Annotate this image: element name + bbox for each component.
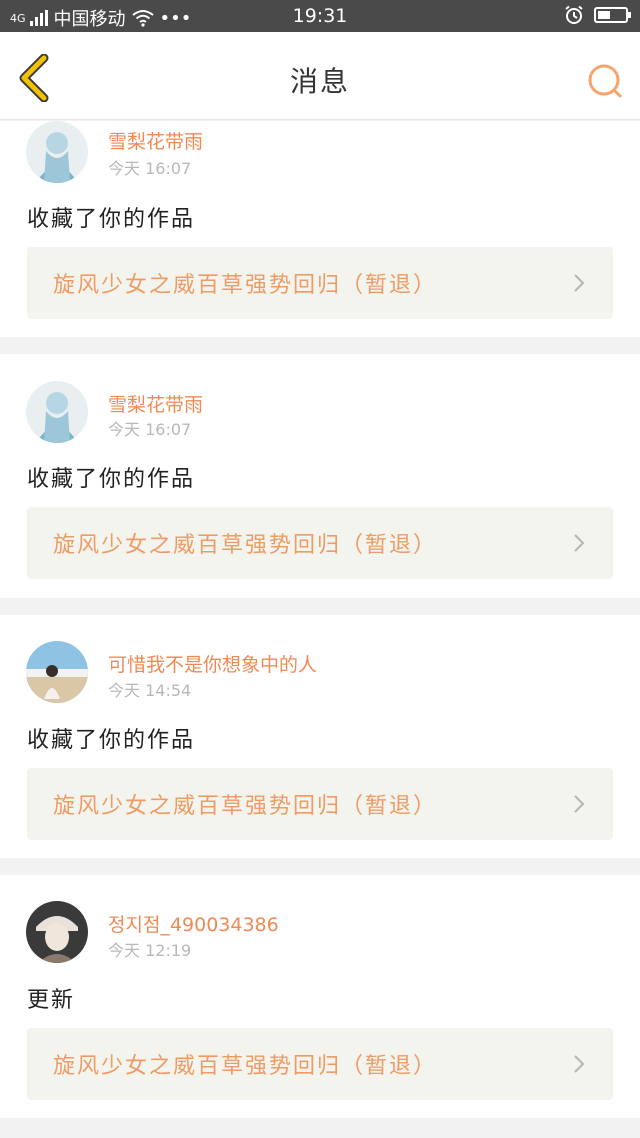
action-text: 收藏了你的作品 xyxy=(27,467,196,492)
header: 消息 xyxy=(0,32,640,120)
message-time: 今天 16:07 xyxy=(108,420,192,439)
message-card: 雪梨花带雨 今天 16:07 收藏了你的作品 旋风少女之威百草强势回归（暂退） xyxy=(0,121,640,337)
message-time: 今天 12:19 xyxy=(108,941,192,960)
message-time: 今天 14:54 xyxy=(108,681,192,700)
user-avatar[interactable] xyxy=(26,641,88,703)
work-link[interactable]: 旋风少女之威百草强势回归（暂退） xyxy=(27,247,613,319)
user-name[interactable]: 정지점_490034386 xyxy=(108,910,279,937)
status-bar: 4G 中国移动 ••• 19:31 xyxy=(0,0,640,32)
work-title: 旋风少女之威百草强势回归（暂退） xyxy=(53,1054,438,1079)
message-card: 雪梨花带雨 今天 16:07 收藏了你的作品 旋风少女之威百草强势回归（暂退） xyxy=(0,354,640,598)
chevron-right-icon xyxy=(574,274,585,292)
user-name[interactable]: 雪梨花带雨 xyxy=(108,127,203,154)
action-text: 收藏了你的作品 xyxy=(27,728,196,753)
chevron-right-icon xyxy=(574,1055,585,1073)
action-text: 收藏了你的作品 xyxy=(27,207,196,232)
work-link[interactable]: 旋风少女之威百草强势回归（暂退） xyxy=(27,768,613,840)
work-link[interactable]: 旋风少女之威百草强势回归（暂退） xyxy=(27,507,613,579)
message-list[interactable]: 雪梨花带雨 今天 16:07 收藏了你的作品 旋风少女之威百草强势回归（暂退） … xyxy=(0,121,640,1138)
user-name[interactable]: 雪梨花带雨 xyxy=(108,390,203,417)
work-title: 旋风少女之威百草强势回归（暂退） xyxy=(53,273,438,298)
message-time: 今天 16:07 xyxy=(108,159,192,178)
work-title: 旋风少女之威百草强势回归（暂退） xyxy=(53,794,438,819)
message-card: 정지점_490034386 今天 12:19 更新 旋风少女之威百草强势回归（暂… xyxy=(0,875,640,1118)
status-right xyxy=(564,5,631,25)
user-avatar[interactable] xyxy=(26,121,88,183)
search-icon[interactable] xyxy=(586,62,624,100)
action-text: 更新 xyxy=(27,988,76,1013)
user-avatar[interactable] xyxy=(26,901,88,963)
user-avatar[interactable] xyxy=(26,381,88,443)
message-card: 可惜我不是你想象中的人 今天 14:54 收藏了你的作品 旋风少女之威百草强势回… xyxy=(0,615,640,858)
work-link[interactable]: 旋风少女之威百草强势回归（暂退） xyxy=(27,1028,613,1100)
clock: 19:31 xyxy=(292,5,348,27)
alarm-icon xyxy=(565,5,583,24)
chevron-right-icon xyxy=(574,795,585,813)
page-title: 消息 xyxy=(289,65,350,98)
battery-icon xyxy=(594,7,631,23)
chevron-right-icon xyxy=(574,534,585,552)
work-title: 旋风少女之威百草强势回归（暂退） xyxy=(53,533,438,558)
user-name[interactable]: 可惜我不是你想象中的人 xyxy=(108,650,317,677)
